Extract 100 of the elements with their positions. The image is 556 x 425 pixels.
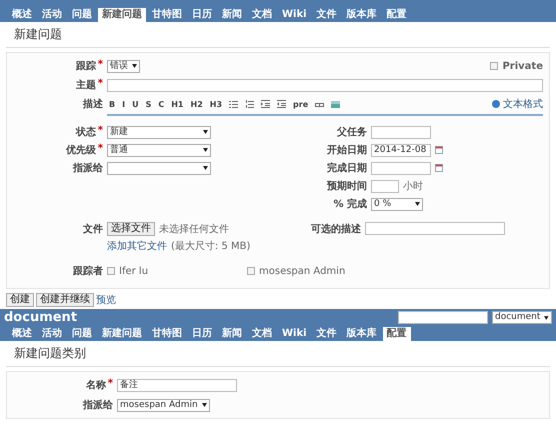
field-label: 主题: [76, 78, 96, 92]
nav-tab[interactable]: 版本库: [342, 8, 381, 22]
text-format-link[interactable]: 文本格式: [503, 97, 543, 111]
dropdown-arrow-icon: [415, 202, 420, 206]
project-select[interactable]: document: [492, 311, 552, 324]
dropdown-arrow-icon: [203, 148, 208, 152]
nav-tab[interactable]: 文档: [248, 8, 276, 22]
toolbar-button[interactable]: H3: [208, 98, 224, 110]
nav-tab[interactable]: 活动: [38, 8, 66, 22]
dropdown-field[interactable]: [107, 162, 211, 174]
required-mark: *: [98, 125, 103, 138]
nav-tab[interactable]: 新建问题: [98, 327, 146, 341]
field-label: 开始日期: [327, 144, 367, 157]
calendar-icon[interactable]: [435, 146, 443, 154]
nav-tab[interactable]: 概述: [8, 8, 36, 22]
nav-tab[interactable]: 问题: [68, 327, 96, 341]
toolbar-button[interactable]: I: [120, 98, 128, 110]
choose-file-button[interactable]: 选择文件: [107, 222, 155, 236]
field-label: 优先级: [66, 144, 96, 157]
date-field[interactable]: [371, 162, 431, 174]
tracker-select[interactable]: 错误: [107, 60, 140, 72]
name-field[interactable]: 备注: [117, 378, 237, 392]
nav-tab[interactable]: 问题: [68, 8, 96, 22]
watcher-checkbox[interactable]: [247, 267, 255, 275]
nav-tab[interactable]: 日历: [188, 8, 216, 22]
project-title: document: [4, 310, 78, 325]
nav-tab[interactable]: Wiki: [278, 8, 311, 22]
numbered-list-icon[interactable]: [245, 100, 254, 108]
nav-tab[interactable]: 新建问题: [98, 8, 146, 22]
field-label: 预期时间: [327, 180, 367, 193]
field-label: 完成日期: [327, 161, 367, 175]
link-icon[interactable]: [315, 100, 324, 108]
dropdown-field[interactable]: 普通: [107, 144, 211, 156]
nav-tab[interactable]: 新闻: [218, 327, 246, 341]
submit-button[interactable]: 创建: [6, 293, 34, 307]
nav-tab[interactable]: 配置: [382, 327, 411, 341]
nav-tab[interactable]: 文档: [248, 327, 276, 341]
dropdown-field[interactable]: 新建: [107, 126, 211, 138]
submit-button[interactable]: 创建并继续: [36, 293, 94, 307]
calendar-icon[interactable]: [435, 164, 443, 172]
field-label: 指派给: [73, 162, 103, 175]
toolbar-button[interactable]: pre: [291, 98, 310, 110]
watcher-checkbox[interactable]: [107, 267, 115, 275]
toolbar-button[interactable]: H1: [169, 98, 186, 110]
dropdown-arrow-icon: [132, 64, 137, 68]
required-mark: *: [98, 59, 103, 72]
watcher-name: mosespan Admin: [259, 266, 346, 276]
search-field[interactable]: [398, 311, 488, 324]
page-title: 新建问题类别: [6, 341, 550, 367]
assignee-select[interactable]: mosespan Admin: [117, 398, 210, 412]
dropdown-arrow-icon: [203, 130, 208, 134]
field-label: 跟踪者: [72, 264, 103, 278]
private-checkbox[interactable]: [490, 62, 498, 70]
dropdown-arrow-icon: [203, 166, 208, 170]
file-description-field[interactable]: [365, 222, 505, 235]
nav-tab[interactable]: 文件: [312, 8, 341, 22]
image-icon[interactable]: [331, 100, 340, 108]
file-status: 未选择任何文件: [159, 222, 229, 236]
subject-field[interactable]: [107, 78, 543, 92]
indent-icon[interactable]: [261, 100, 270, 108]
field-label: 父任务: [337, 126, 367, 139]
nav-tab[interactable]: 日历: [188, 327, 216, 341]
help-icon: [492, 100, 500, 108]
text-field[interactable]: [371, 180, 399, 192]
nav-tab[interactable]: 概述: [8, 327, 36, 341]
field-label: 描述: [83, 98, 103, 111]
toolbar-button[interactable]: S: [144, 98, 154, 110]
toolbar-button[interactable]: B: [107, 98, 118, 110]
toolbar-button[interactable]: H2: [188, 98, 205, 110]
private-label: Private: [502, 60, 543, 72]
date-field[interactable]: 2014-12-08: [371, 144, 431, 156]
bullet-list-icon[interactable]: [229, 100, 238, 108]
toolbar-button[interactable]: C: [156, 98, 166, 110]
nav-tab[interactable]: 甘特图: [148, 8, 186, 22]
dropdown-arrow-icon: [544, 316, 549, 320]
nav-tab[interactable]: 甘特图: [148, 327, 186, 341]
nav-tab[interactable]: Wiki: [278, 327, 311, 341]
nav-tab[interactable]: 新闻: [218, 8, 246, 22]
field-label: 指派给: [83, 398, 113, 412]
toolbar-button[interactable]: U: [130, 98, 141, 110]
outdent-icon[interactable]: [277, 100, 286, 108]
text-field[interactable]: [371, 126, 431, 138]
watcher-name: Ifer lu: [119, 266, 148, 276]
field-label: 名称: [86, 378, 106, 392]
max-size-note: (最大尺寸: 5 MB): [171, 240, 250, 253]
nav-tab[interactable]: 文件: [312, 327, 341, 341]
nav-tab[interactable]: 版本库: [342, 327, 381, 341]
add-file-link[interactable]: 添加其它文件: [107, 239, 167, 253]
dropdown-arrow-icon: [202, 403, 207, 407]
required-mark: *: [108, 378, 113, 391]
field-label: 文件: [83, 222, 103, 236]
field-label: 跟踪: [76, 60, 96, 73]
nav-tab[interactable]: 活动: [38, 327, 66, 341]
field-label: 状态: [76, 126, 96, 139]
unit-label: 小时: [403, 180, 423, 193]
preview-link[interactable]: 预览: [96, 293, 116, 307]
field-label: % 完成: [333, 197, 367, 211]
nav-tab[interactable]: 配置: [382, 8, 411, 22]
dropdown-field[interactable]: 0 %: [371, 198, 423, 210]
field-label: 可选的描述: [310, 222, 361, 236]
